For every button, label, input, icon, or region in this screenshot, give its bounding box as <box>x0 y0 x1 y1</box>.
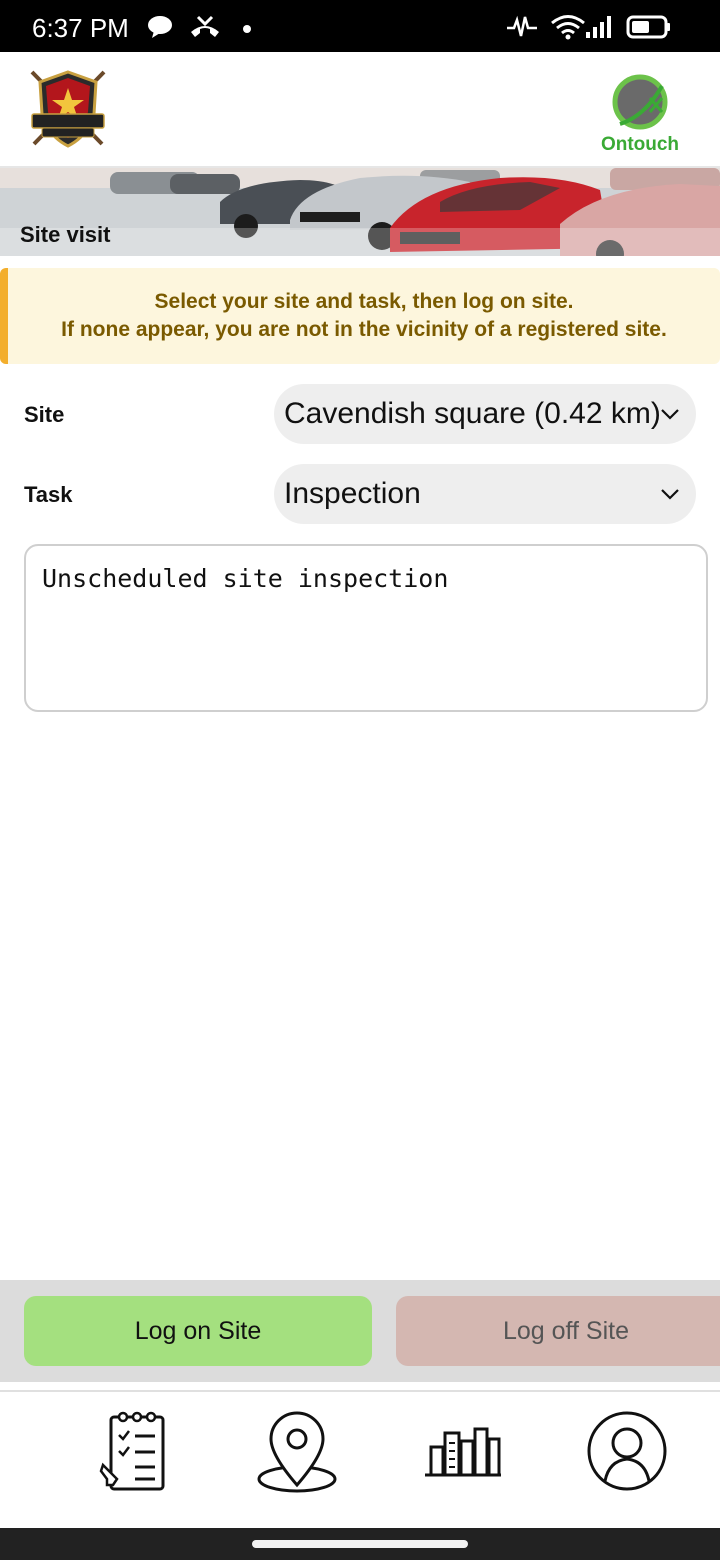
nav-location[interactable] <box>252 1406 342 1496</box>
ontouch-logo-text: Ontouch <box>600 134 680 155</box>
system-nav-bar <box>0 1528 720 1560</box>
ontouch-logo: Ontouch <box>590 74 690 156</box>
wifi-icon <box>550 14 586 40</box>
screen: 6:37 PM Ontouch Site visit Select your s… <box>0 0 720 1560</box>
app-header: Ontouch <box>0 52 720 168</box>
chat-bubble-icon <box>146 14 174 40</box>
romax-security-logo <box>26 66 110 156</box>
info-notice: Select your site and task, then log on s… <box>0 268 720 364</box>
checklist-icon <box>99 1411 165 1491</box>
missed-call-icon <box>188 14 222 40</box>
location-pin-icon <box>257 1411 337 1493</box>
nav-sites[interactable] <box>418 1406 508 1496</box>
notice-line-1: Select your site and task, then log on s… <box>154 290 574 313</box>
task-select[interactable]: Inspection <box>274 464 696 524</box>
action-bar: Log on Site Log off Site <box>0 1280 720 1382</box>
site-label: Site <box>24 402 65 427</box>
log-off-site-button[interactable]: Log off Site <box>396 1296 720 1366</box>
dot-icon <box>242 24 252 34</box>
site-select[interactable]: Cavendish square (0.42 km) <box>274 384 696 444</box>
home-gesture-handle[interactable] <box>252 1540 468 1548</box>
signal-icon <box>584 14 614 40</box>
nav-profile[interactable] <box>582 1406 672 1496</box>
notes-textarea[interactable]: Unscheduled site inspection <box>24 544 708 712</box>
profile-icon <box>587 1411 667 1491</box>
bottom-nav <box>0 1390 720 1528</box>
notice-line-2: If none appear, you are not in the vicin… <box>61 318 667 341</box>
chevron-down-icon <box>660 464 696 524</box>
site-select-value: Cavendish square (0.42 km) <box>284 397 660 430</box>
chevron-down-icon <box>660 384 696 444</box>
status-time: 6:37 PM <box>32 13 129 43</box>
battery-icon <box>626 14 672 40</box>
buildings-icon <box>425 1427 501 1477</box>
task-label: Task <box>24 482 73 507</box>
status-bar: 6:37 PM <box>0 0 720 52</box>
activity-icon <box>506 14 538 40</box>
site-visit-banner: Site visit <box>0 168 720 256</box>
log-on-site-button[interactable]: Log on Site <box>24 1296 372 1366</box>
task-select-value: Inspection <box>284 477 421 510</box>
page-title: Site visit <box>20 222 111 247</box>
nav-checklist[interactable] <box>92 1406 182 1496</box>
